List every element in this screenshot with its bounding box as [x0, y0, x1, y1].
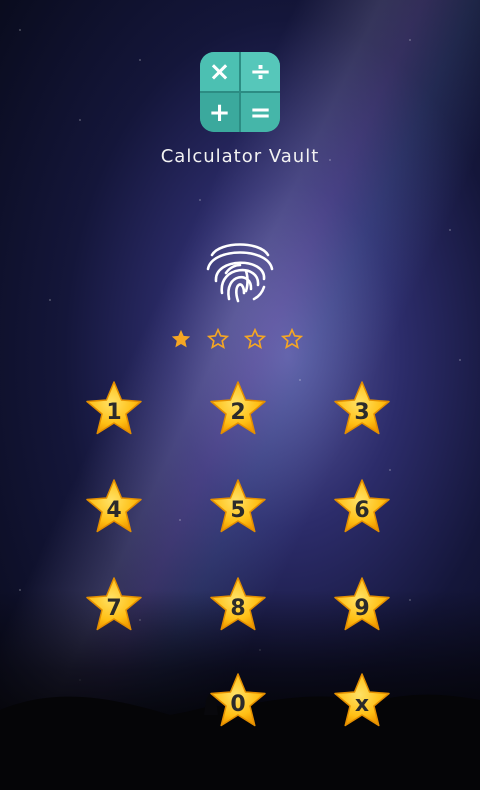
pin-indicator	[170, 328, 310, 352]
key-label: 5	[230, 497, 246, 523]
key-3[interactable]: 3	[332, 380, 392, 440]
key-label: 2	[230, 399, 246, 425]
key-label: x	[354, 691, 370, 717]
key-4[interactable]: 4	[84, 478, 144, 538]
key-2[interactable]: 2	[208, 380, 268, 440]
divide-icon: ÷	[241, 52, 280, 91]
equals-icon: =	[241, 93, 280, 132]
key-label: 3	[354, 399, 370, 425]
times-icon: ×	[200, 52, 239, 91]
key-1[interactable]: 1	[84, 380, 144, 440]
pin-dot-empty	[244, 328, 266, 350]
app-icon: × ÷ + =	[200, 52, 280, 132]
key-label: 6	[354, 497, 370, 523]
app-title: Calculator Vault	[160, 146, 320, 167]
key-label: 0	[230, 691, 246, 717]
pin-dot-empty	[207, 328, 229, 350]
pin-dot-filled	[171, 329, 191, 348]
key-9[interactable]: 9	[332, 576, 392, 636]
plus-icon: +	[200, 93, 239, 132]
key-5[interactable]: 5	[208, 478, 268, 538]
pin-dot-empty	[281, 328, 303, 350]
key-label: 8	[230, 595, 246, 621]
key-clear[interactable]: x	[332, 672, 392, 732]
key-label: 9	[354, 595, 370, 621]
key-6[interactable]: 6	[332, 478, 392, 538]
fingerprint-icon[interactable]	[202, 233, 278, 303]
key-label: 1	[106, 399, 122, 425]
key-7[interactable]: 7	[84, 576, 144, 636]
key-0[interactable]: 0	[208, 672, 268, 732]
key-label: 7	[106, 595, 122, 621]
key-8[interactable]: 8	[208, 576, 268, 636]
key-label: 4	[106, 497, 122, 523]
